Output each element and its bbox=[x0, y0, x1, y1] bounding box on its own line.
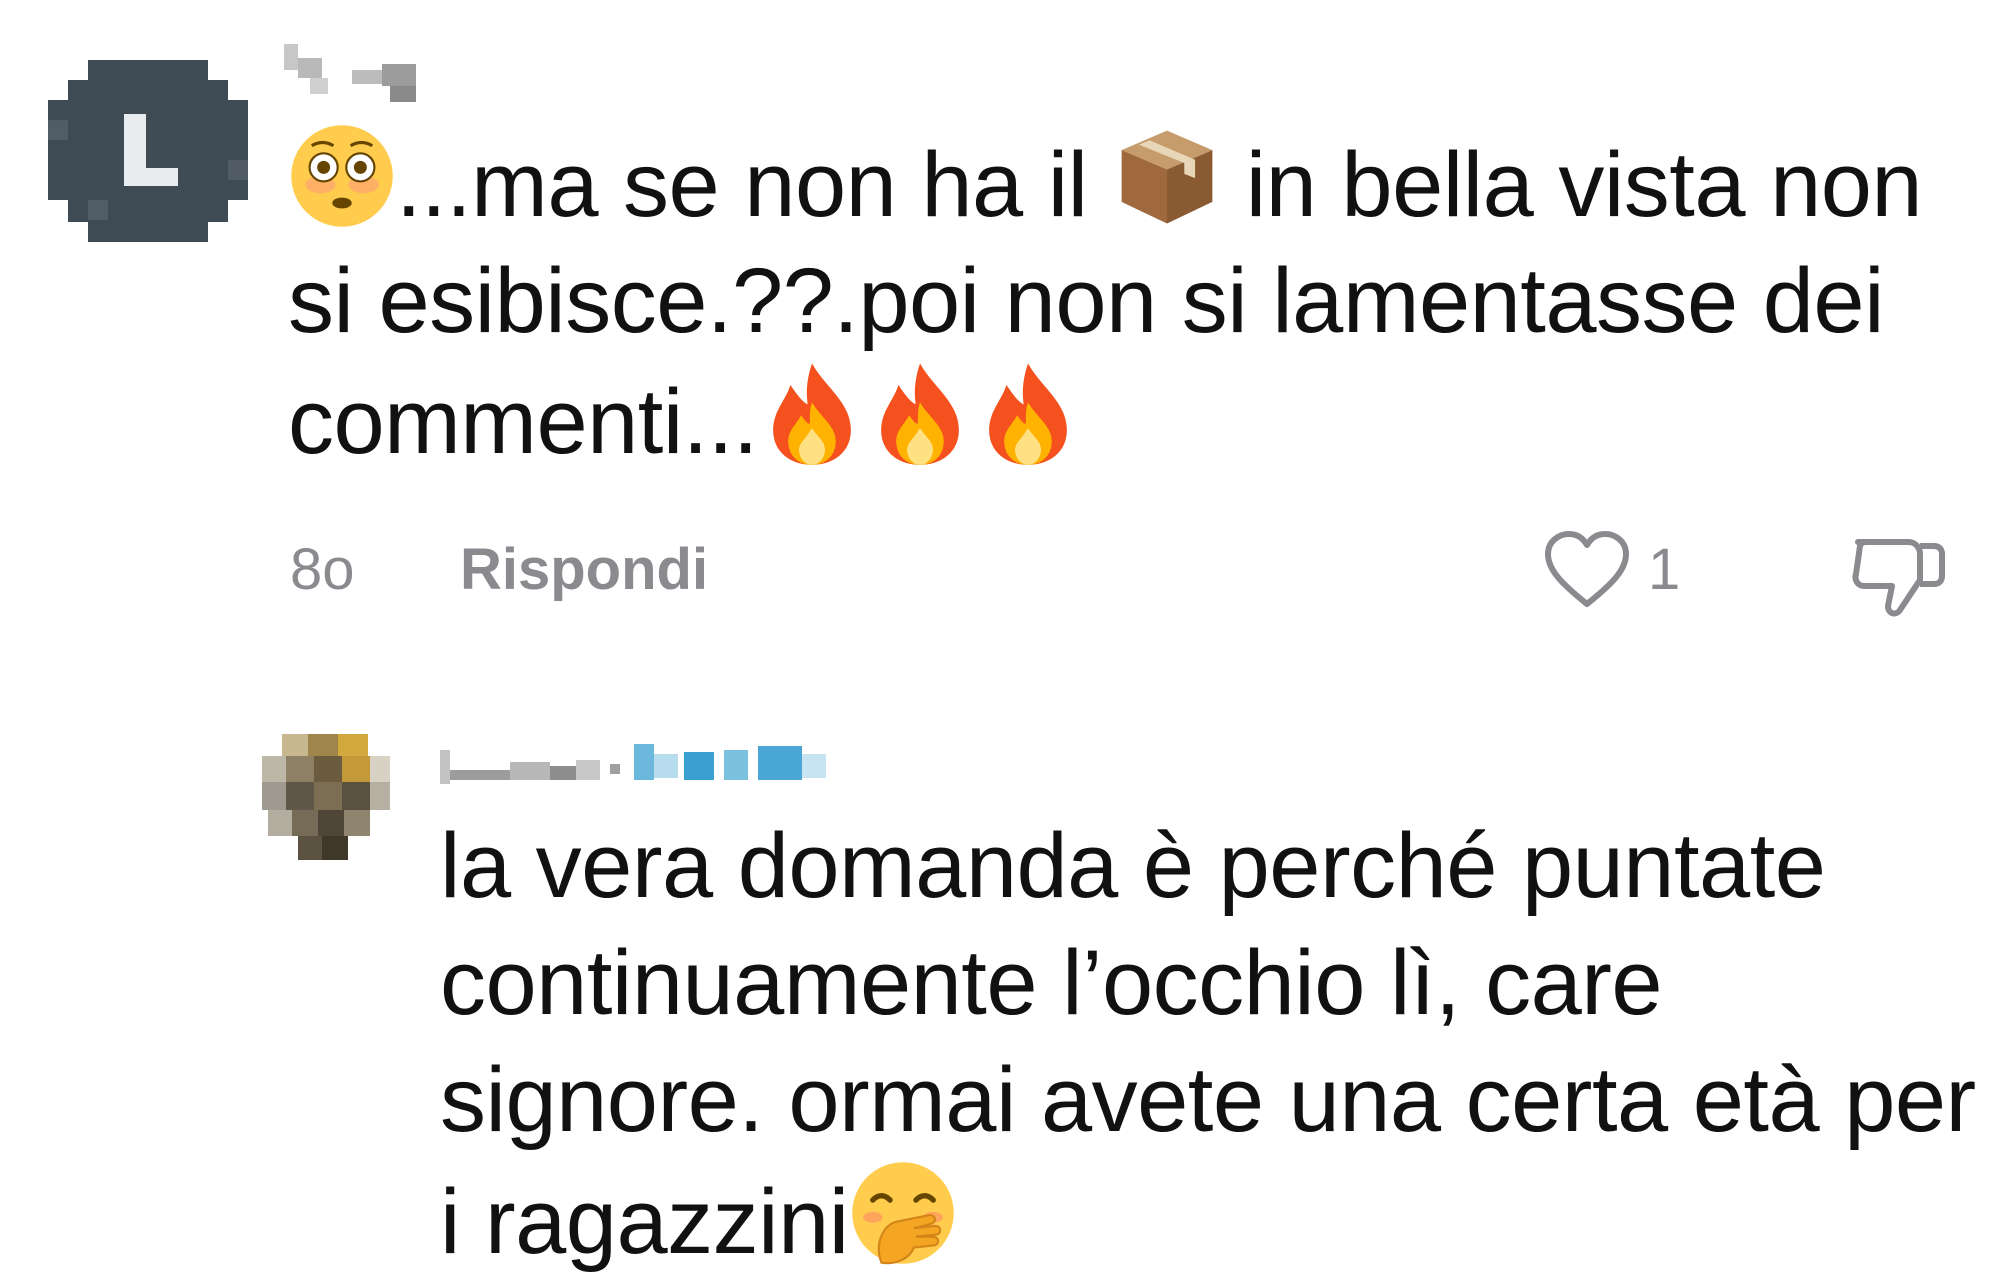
thumbs-down-icon[interactable] bbox=[1850, 530, 1950, 620]
heart-icon[interactable] bbox=[1542, 530, 1632, 610]
avatar[interactable] bbox=[48, 60, 248, 242]
comment-text: la vera domanda è perché puntate continu… bbox=[440, 815, 1976, 1273]
fire-icon bbox=[758, 359, 866, 467]
reply-button[interactable]: Rispondi bbox=[460, 536, 708, 603]
comment-timestamp: 8o bbox=[290, 537, 355, 602]
fire-icon bbox=[866, 359, 974, 467]
comment-actions: 8o Rispondi 1 bbox=[290, 530, 1960, 617]
package-icon bbox=[1113, 122, 1221, 230]
fire-icon bbox=[974, 359, 1082, 467]
username-blurred[interactable] bbox=[440, 736, 940, 788]
face-with-hand-over-mouth-icon bbox=[849, 1159, 957, 1267]
comment-text: ...ma se non ha il in bella vista non si… bbox=[288, 122, 1968, 480]
like-count: 1 bbox=[1648, 537, 1681, 602]
avatar[interactable] bbox=[262, 734, 390, 864]
username-blurred[interactable] bbox=[282, 44, 432, 104]
flushed-face-icon bbox=[288, 122, 396, 230]
